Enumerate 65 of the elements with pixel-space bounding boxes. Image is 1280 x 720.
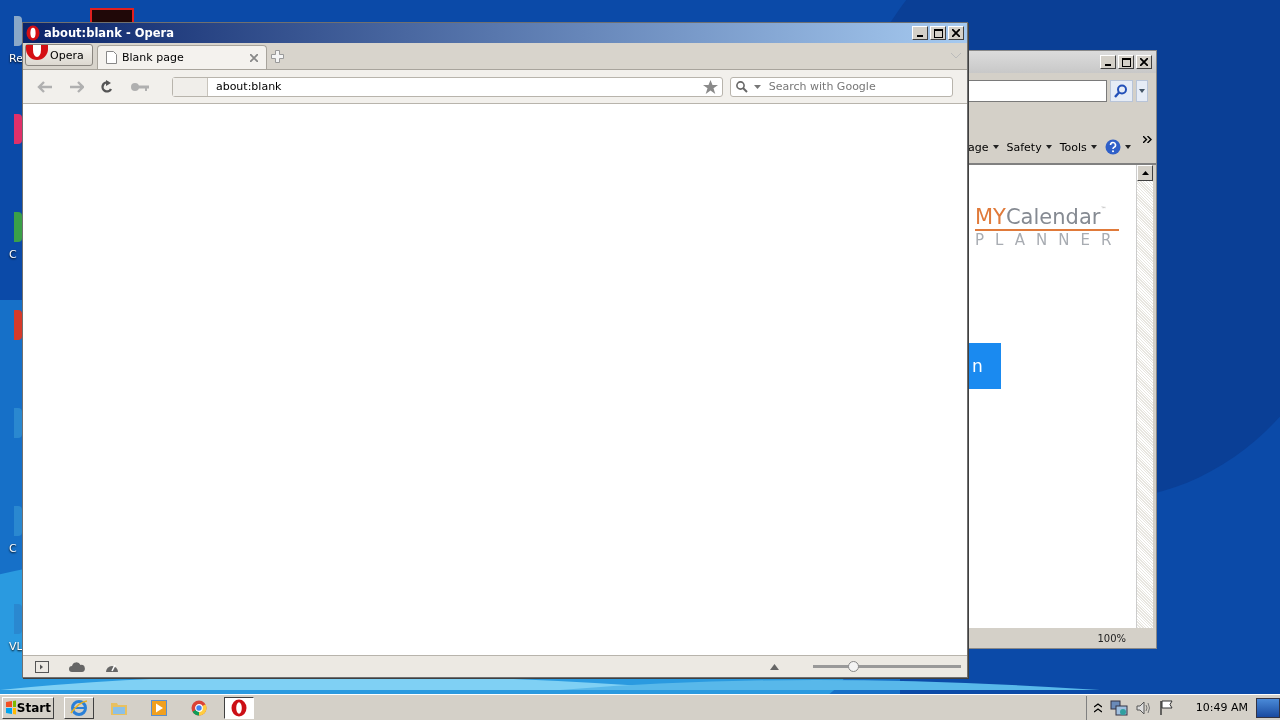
- flag-icon[interactable]: [1159, 699, 1174, 716]
- zoom-level[interactable]: 100%: [1097, 632, 1126, 644]
- caret-icon: [1124, 145, 1131, 149]
- play-icon: [151, 699, 167, 716]
- search-field[interactable]: [968, 80, 1107, 102]
- globe-icon: [70, 698, 88, 717]
- menu-button[interactable]: Opera: [25, 44, 93, 66]
- clock[interactable]: 10:49 AM: [1195, 701, 1248, 714]
- chevron-icon[interactable]: [1143, 136, 1152, 143]
- command-menu[interactable]: age: [968, 140, 999, 154]
- command-menu[interactable]: Safety: [1006, 140, 1052, 154]
- reload-icon[interactable]: [100, 79, 115, 94]
- search-field[interactable]: Search with Google: [729, 76, 953, 97]
- opera-logo-icon: [231, 698, 247, 717]
- close-icon[interactable]: [250, 53, 258, 62]
- shortcut-label: C: [8, 248, 17, 261]
- maximize-icon: [1121, 57, 1131, 67]
- close-icon: [952, 29, 960, 37]
- new-tab-icon[interactable]: [271, 50, 284, 63]
- caret-icon: [1139, 89, 1146, 93]
- opera-logo-icon: [26, 25, 40, 41]
- search-button[interactable]: [1109, 80, 1134, 102]
- caret-icon[interactable]: [753, 84, 761, 89]
- window-title: about:blank - Opera: [44, 26, 174, 40]
- caret-icon: [1045, 145, 1052, 149]
- ie-taskbar-button[interactable]: [64, 696, 94, 719]
- minimize-button[interactable]: [912, 26, 928, 40]
- maximize-button[interactable]: [1118, 55, 1134, 69]
- speaker-icon[interactable]: [1135, 700, 1152, 715]
- caret-icon: [992, 145, 999, 149]
- caret-icon: [1090, 145, 1097, 149]
- up-arrow-icon[interactable]: [1141, 171, 1149, 175]
- help-button[interactable]: [1104, 139, 1131, 155]
- logo-text: MY: [975, 205, 1006, 229]
- shortcut-label: C: [8, 542, 17, 555]
- show-hidden-icons-icon[interactable]: [1093, 702, 1102, 713]
- minimize-button[interactable]: [1100, 55, 1116, 69]
- close-icon: [1140, 58, 1148, 66]
- search-icon: [1114, 84, 1129, 98]
- page-button[interactable]: n: [968, 343, 1001, 389]
- close-button[interactable]: [1136, 55, 1152, 69]
- logo-text: Calendar: [1005, 205, 1101, 229]
- logo-subtitle: PLANNER: [975, 231, 1123, 249]
- scrollbar[interactable]: [1136, 165, 1153, 628]
- shortcut-label: VL: [8, 640, 23, 653]
- tab[interactable]: Blank page: [97, 45, 267, 69]
- chrome-logo-icon: [191, 699, 207, 716]
- opera-taskbar-button[interactable]: [224, 696, 254, 719]
- dropdown-button[interactable]: [1136, 80, 1148, 102]
- start-button[interactable]: Start: [2, 696, 54, 719]
- page-icon: [106, 51, 117, 64]
- address-field[interactable]: about:blank: [171, 76, 723, 97]
- panel-icon[interactable]: [35, 660, 49, 673]
- star-icon[interactable]: [702, 79, 718, 94]
- search-icon: [735, 80, 748, 93]
- close-button[interactable]: [948, 26, 964, 40]
- shortcut-label: Re: [8, 52, 23, 65]
- cloud-icon[interactable]: [69, 661, 85, 672]
- help-icon: [1104, 139, 1121, 155]
- command-menu[interactable]: Tools: [1059, 140, 1097, 154]
- show-desktop-button[interactable]: [1256, 697, 1280, 718]
- maximize-icon: [933, 28, 943, 38]
- windows-logo-icon: [5, 700, 16, 715]
- network-icon[interactable]: [1109, 699, 1128, 716]
- maximize-button[interactable]: [930, 26, 946, 40]
